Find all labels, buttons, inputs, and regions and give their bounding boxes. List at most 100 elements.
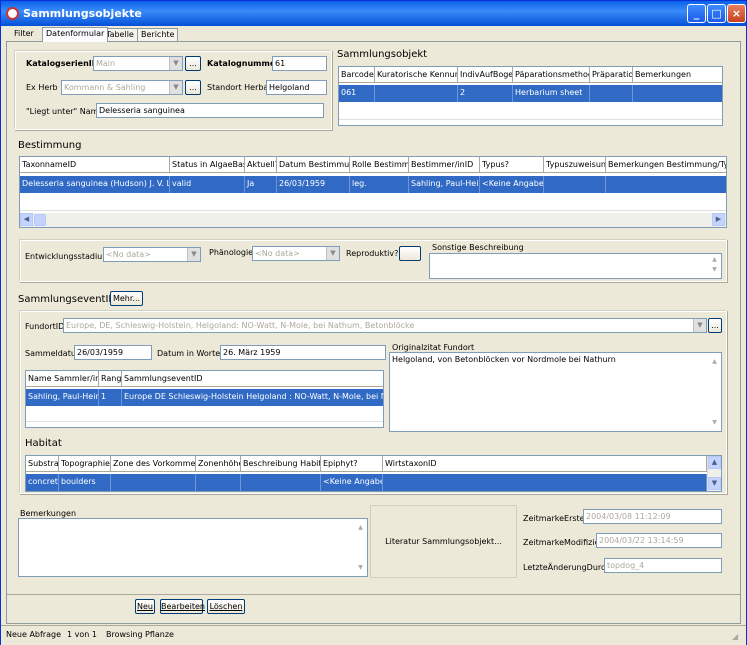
table-cell: Ja — [245, 176, 277, 193]
phaenologie-combo[interactable]: <No data> ▼ — [252, 246, 340, 261]
entwicklung-combo[interactable]: <No data> ▼ — [103, 247, 201, 262]
exherb-value: Kommann & Sahling — [64, 83, 146, 92]
katalogserien-label: KatalogserienID — [26, 59, 99, 68]
col-header[interactable]: Substrat — [26, 456, 59, 472]
horizontal-scrollbar[interactable]: ◀ ▶ — [20, 213, 726, 227]
chevron-down-icon[interactable]: ▼ — [187, 248, 200, 261]
scroll-left-icon[interactable]: ◀ — [20, 213, 33, 226]
tab-filter[interactable]: Filter — [11, 28, 37, 41]
scroll-down-icon[interactable]: ▼ — [709, 416, 720, 429]
scroll-up-icon[interactable]: ▲ — [708, 456, 721, 469]
table-row[interactable]: Sahling, Paul-Heinz 1 Europe DE Schleswi… — [26, 389, 383, 406]
habitat-grid[interactable]: Substrat Topographie Zone des Vorkommens… — [25, 455, 722, 492]
sammler-grid[interactable]: Name Sammler/in Rang SammlungseventID Sa… — [25, 370, 384, 428]
tab-berichte[interactable]: Berichte — [137, 28, 179, 41]
table-cell: Europe DE Schleswig-Holstein Helgoland :… — [122, 389, 383, 406]
col-header[interactable]: TaxonnameID — [20, 157, 170, 173]
katalognummer-field[interactable]: 61 — [272, 56, 327, 71]
sammlungsobjekt-title: Sammlungsobjekt — [337, 49, 428, 60]
col-header[interactable]: Typus? — [480, 157, 544, 173]
col-header[interactable]: Bemerkungen — [633, 67, 722, 83]
scroll-up-icon[interactable]: ▲ — [709, 355, 720, 368]
col-header[interactable]: Bestimmer/inID — [409, 157, 480, 173]
status-state: Browsing — [106, 630, 143, 639]
col-header[interactable]: Bemerkungen Bestimmung/Typus — [606, 157, 726, 173]
col-header[interactable]: Epiphyt? — [321, 456, 383, 472]
original-field[interactable]: Helgoland, von Betonblöcken vor Nordmole… — [389, 352, 722, 432]
col-header[interactable]: Päparationsmethode — [513, 67, 590, 83]
bearbeiten-button[interactable]: Bearbeiten — [160, 599, 205, 614]
col-header[interactable]: SammlungseventID — [122, 371, 383, 387]
col-header[interactable]: Rolle Bestimmer — [350, 157, 409, 173]
resize-grip-icon[interactable]: ◢ — [732, 632, 742, 642]
scroll-right-icon[interactable]: ▶ — [712, 213, 725, 226]
col-header[interactable]: Kuratorische Kennung — [375, 67, 458, 83]
table-row[interactable]: concrete boulders <Keine Angabe> — [26, 474, 707, 491]
chevron-down-icon[interactable]: ▼ — [169, 81, 182, 94]
scroll-thumb[interactable] — [34, 214, 46, 226]
scroll-down-icon[interactable]: ▼ — [355, 561, 366, 574]
sammeldatum-field[interactable]: 26/03/1959 — [74, 345, 152, 360]
fundort-combo[interactable]: Europe, DE, Schleswig-Holstein, Helgolan… — [63, 318, 707, 333]
bestimmung-grid[interactable]: TaxonnameID Status in AlgaeBase Aktuell?… — [19, 156, 727, 228]
sonstige-field[interactable]: ▲ ▼ — [429, 253, 722, 279]
col-header[interactable]: Barcode — [339, 67, 375, 83]
close-button[interactable]: × — [727, 4, 746, 23]
sammlungsobjekt-grid[interactable]: Barcode Kuratorische Kennung IndivAufBog… — [338, 66, 723, 126]
letzte-field[interactable]: topdog_4 — [604, 558, 722, 573]
standort-field[interactable]: Helgoland — [266, 80, 327, 95]
katalogserien-browse-button[interactable]: ... — [185, 56, 201, 71]
modifiziert-field[interactable]: 2004/03/22 13:14:59 — [596, 533, 722, 548]
katalogserien-combo[interactable]: Main ▼ — [93, 56, 183, 71]
exherb-browse-button[interactable]: ... — [185, 80, 201, 95]
col-header[interactable]: Rang — [99, 371, 122, 387]
fundort-value: Europe, DE, Schleswig-Holstein, Helgolan… — [66, 321, 415, 330]
maximize-button[interactable]: □ — [707, 4, 726, 23]
col-header[interactable]: WirtstaxonID — [383, 456, 707, 472]
minimize-button[interactable]: _ — [687, 4, 706, 23]
chevron-down-icon[interactable]: ▼ — [326, 247, 339, 260]
loeschen-button[interactable]: Löschen — [207, 599, 245, 614]
col-header[interactable]: IndivAufBogen — [458, 67, 513, 83]
tab-datenformular[interactable]: Datenformular — [42, 27, 109, 42]
col-header[interactable]: Topographie — [59, 456, 111, 472]
col-header[interactable]: Status in AlgaeBase — [170, 157, 245, 173]
scroll-up-icon[interactable]: ▲ — [355, 521, 366, 534]
erstellt-field[interactable]: 2004/03/08 11:12:09 — [583, 509, 722, 524]
datumworte-field[interactable]: 26. März 1959 — [220, 345, 386, 360]
vertical-scrollbar[interactable]: ▲ ▼ — [707, 456, 721, 491]
chevron-down-icon[interactable]: ▼ — [693, 319, 706, 332]
neu-button[interactable]: Neu — [135, 599, 155, 614]
table-cell: valid — [170, 176, 245, 193]
literatur-button[interactable]: Literatur Sammlungsobjekt... — [370, 505, 517, 578]
status-record: 1 von 1 — [67, 630, 97, 639]
title-bar[interactable]: Sammlungsobjekte _ □ × — [1, 1, 746, 26]
col-header[interactable]: Typuszuweisung — [544, 157, 606, 173]
col-header[interactable]: Zone des Vorkommens — [111, 456, 196, 472]
col-header[interactable]: Präparation — [590, 67, 633, 83]
application-window: Sammlungsobjekte _ □ × Filter Datenformu… — [0, 0, 747, 645]
mehr-button[interactable]: Mehr... — [110, 291, 143, 306]
habitat-title: Habitat — [25, 438, 62, 449]
fundort-browse-button[interactable]: ... — [708, 318, 722, 333]
col-header[interactable]: Beschreibung Habitat — [241, 456, 321, 472]
table-row[interactable]: 061 2 Herbarium sheet — [339, 85, 722, 102]
bemerkungen-field[interactable]: ▲ ▼ — [18, 518, 368, 577]
original-value: Helgoland, von Betonblöcken vor Nordmole… — [392, 355, 616, 364]
liegt-unter-field[interactable]: Delesseria sanguinea — [96, 103, 324, 118]
table-cell: <Keine Angabe> — [480, 176, 544, 193]
col-header[interactable]: Aktuell? — [245, 157, 277, 173]
table-cell: Sahling, Paul-Heinz — [409, 176, 480, 193]
col-header[interactable]: Name Sammler/in — [26, 371, 99, 387]
exherb-combo[interactable]: Kommann & Sahling ▼ — [61, 80, 183, 95]
chevron-down-icon[interactable]: ▼ — [169, 57, 182, 70]
reproduktiv-toggle[interactable] — [399, 246, 421, 261]
col-header[interactable]: Zonenhöhe — [196, 456, 241, 472]
col-header[interactable]: Datum Bestimmung — [277, 157, 350, 173]
scroll-icon[interactable]: ▲ ▼ — [709, 255, 720, 277]
scroll-down-icon[interactable]: ▼ — [708, 477, 721, 490]
katalognummer-label: Katalognummer — [207, 59, 280, 68]
table-cell — [375, 85, 458, 102]
exherb-label: Ex Herb — [26, 83, 58, 92]
table-row[interactable]: Delesseria sanguinea (Hudson) J. V. Lamo… — [20, 176, 726, 193]
